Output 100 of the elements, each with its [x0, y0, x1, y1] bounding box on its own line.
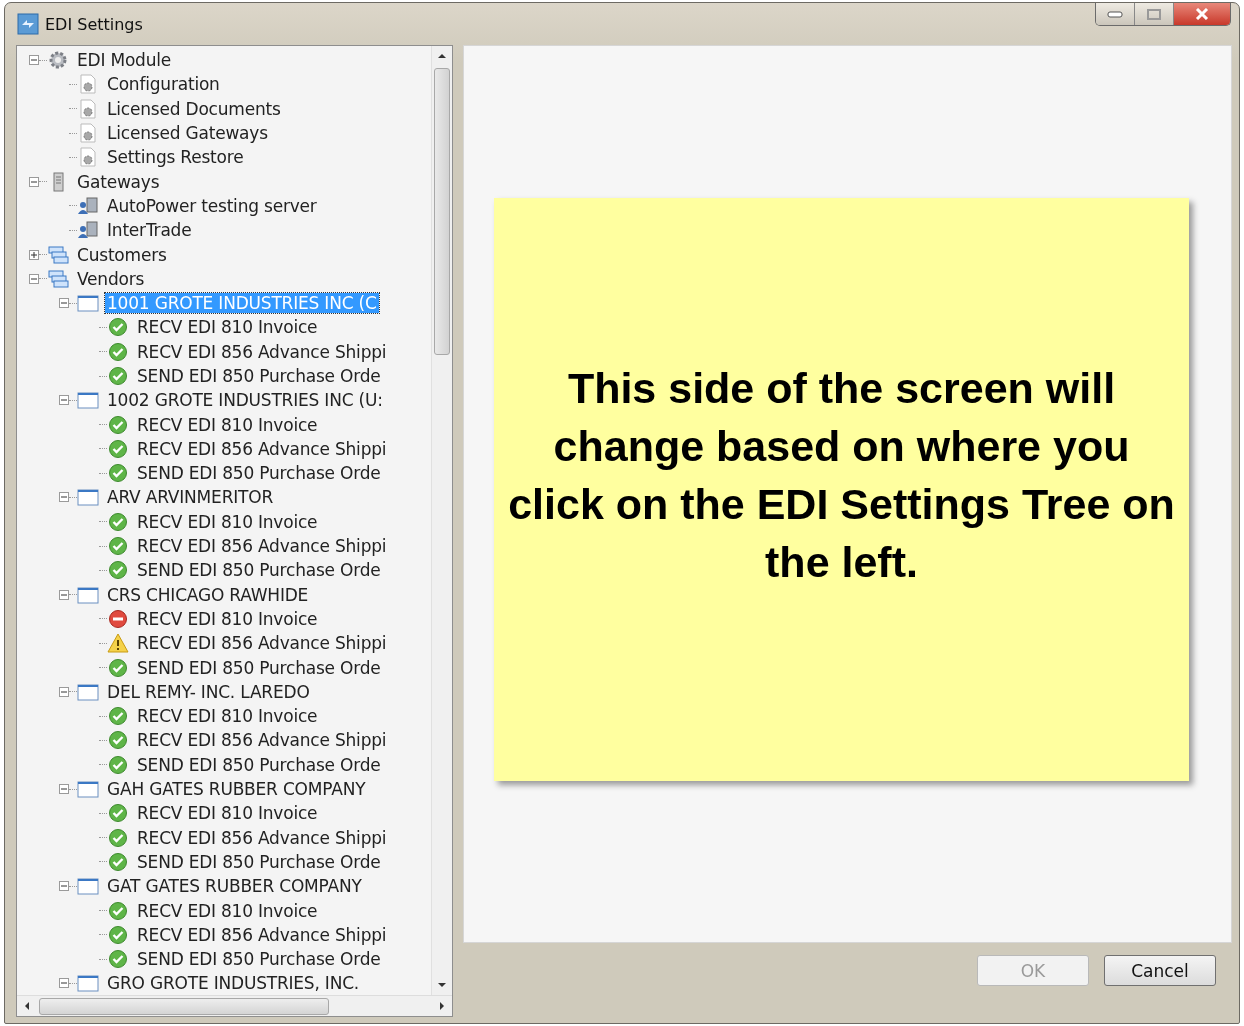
tree-item[interactable]: RECV EDI 856 Advance Shippi — [135, 633, 389, 654]
checkmark-icon — [107, 900, 129, 921]
tree-item[interactable]: GAT GATES RUBBER COMPANY — [105, 876, 364, 897]
tree-item[interactable]: SEND EDI 850 Purchase Orde — [135, 560, 383, 581]
tree-item[interactable]: GAH GATES RUBBER COMPANY — [105, 779, 368, 800]
tree-item[interactable]: AutoPower testing server — [105, 195, 319, 216]
checkmark-icon — [107, 560, 129, 581]
window-icon — [77, 584, 99, 605]
close-button[interactable] — [1174, 3, 1230, 25]
checkmark-icon — [107, 924, 129, 945]
window-icon — [77, 487, 99, 508]
window-icon — [77, 779, 99, 800]
scroll-down-icon — [437, 981, 447, 989]
tree-item[interactable]: SEND EDI 850 Purchase Orde — [135, 754, 383, 775]
checkmark-icon — [107, 317, 129, 338]
scroll-up-icon — [437, 52, 447, 60]
expander-icon[interactable] — [59, 589, 69, 600]
tree-item[interactable]: RECV EDI 856 Advance Shippi — [135, 924, 389, 945]
checkmark-icon — [107, 366, 129, 386]
window-icon — [77, 876, 99, 897]
tree-item[interactable]: Vendors — [75, 268, 147, 289]
tree-item[interactable]: RECV EDI 810 Invoice — [135, 900, 320, 921]
tree-item[interactable]: Licensed Gateways — [105, 123, 270, 144]
tree-item[interactable]: RECV EDI 810 Invoice — [135, 608, 320, 629]
tree-item[interactable]: RECV EDI 856 Advance Shippi — [135, 536, 389, 557]
tree-item[interactable]: RECV EDI 810 Invoice — [135, 414, 320, 435]
expander-icon[interactable] — [59, 298, 69, 309]
tree-item[interactable]: RECV EDI 810 Invoice — [135, 317, 320, 338]
minimize-icon — [1107, 10, 1123, 18]
window-icon — [77, 390, 99, 411]
stop-icon — [107, 608, 129, 629]
checkmark-icon — [107, 341, 129, 362]
tree-item[interactable]: Configuration — [105, 74, 222, 95]
document-gear-icon — [77, 147, 99, 168]
tree-item[interactable]: GRO GROTE INDUSTRIES, INC. — [105, 973, 362, 994]
horizontal-scrollbar[interactable] — [17, 995, 452, 1016]
checkmark-icon — [107, 511, 129, 532]
vertical-scrollbar[interactable] — [431, 46, 452, 995]
checkmark-icon — [107, 949, 129, 970]
tree-item[interactable]: SEND EDI 850 Purchase Orde — [135, 657, 383, 678]
tree-item[interactable]: Settings Restore — [105, 147, 246, 168]
tree-item[interactable]: SEND EDI 850 Purchase Orde — [135, 949, 383, 970]
network-icon — [77, 195, 99, 216]
tree-item[interactable]: RECV EDI 856 Advance Shippi — [135, 341, 389, 362]
expander-icon[interactable] — [59, 395, 69, 406]
tree-item[interactable]: Customers — [75, 244, 169, 265]
expander-icon[interactable] — [59, 492, 69, 503]
expander-icon[interactable] — [59, 784, 69, 795]
checkmark-icon — [107, 706, 129, 727]
window-icon — [77, 973, 99, 994]
tree-item[interactable]: RECV EDI 810 Invoice — [135, 511, 320, 532]
window-title: EDI Settings — [45, 14, 143, 34]
tree-item[interactable]: SEND EDI 850 Purchase Orde — [135, 851, 383, 872]
checkmark-icon — [107, 414, 129, 435]
warning-icon — [107, 633, 129, 654]
checkmark-icon — [107, 536, 129, 557]
folders-icon — [47, 268, 69, 289]
expander-icon[interactable] — [29, 273, 39, 284]
document-gear-icon — [77, 74, 99, 95]
tree-item[interactable]: RECV EDI 810 Invoice — [135, 803, 320, 824]
tree-item[interactable]: SEND EDI 850 Purchase Orde — [135, 463, 383, 484]
maximize-icon — [1147, 8, 1161, 20]
tree-item[interactable]: DEL REMY- INC. LAREDO — [105, 681, 312, 702]
tree-item[interactable]: EDI Module — [75, 50, 174, 71]
folders-icon — [47, 244, 69, 265]
expander-icon[interactable] — [59, 978, 69, 989]
expander-icon[interactable] — [59, 881, 69, 892]
tree-item[interactable]: Licensed Documents — [105, 98, 283, 119]
checkmark-icon — [107, 657, 129, 678]
cancel-button[interactable]: Cancel — [1104, 955, 1216, 986]
tree-item[interactable]: RECV EDI 856 Advance Shippi — [135, 827, 389, 848]
window-icon — [77, 293, 99, 314]
tree-item[interactable]: RECV EDI 810 Invoice — [135, 706, 320, 727]
scroll-thumb[interactable] — [39, 997, 329, 1015]
expander-icon[interactable] — [59, 686, 69, 697]
note-text: This side of the screen will change based on where you click on the EDI Settings Tree on the left. — [507, 362, 1176, 588]
tree-item[interactable]: InterTrade — [105, 220, 194, 241]
checkmark-icon — [107, 827, 129, 848]
scroll-thumb[interactable] — [434, 68, 450, 355]
tree-item[interactable]: Gateways — [75, 171, 162, 192]
tree-item[interactable]: SEND EDI 850 Purchase Orde — [135, 366, 383, 386]
tree-item[interactable]: RECV EDI 856 Advance Shippi — [135, 438, 389, 459]
minimize-button[interactable] — [1096, 3, 1135, 25]
expander-icon[interactable] — [29, 176, 39, 187]
tree-item[interactable]: 1002 GROTE INDUSTRIES INC (U: — [105, 390, 385, 411]
expander-icon[interactable] — [29, 55, 39, 66]
app-icon — [17, 13, 39, 35]
checkmark-icon — [107, 463, 129, 484]
scroll-left-icon — [23, 1001, 31, 1011]
expander-icon[interactable] — [29, 249, 39, 260]
tree-item[interactable]: RECV EDI 856 Advance Shippi — [135, 730, 389, 751]
document-gear-icon — [77, 123, 99, 144]
gear-icon — [47, 50, 69, 71]
tree-item[interactable]: ARV ARVINMERITOR — [105, 487, 276, 508]
checkmark-icon — [107, 730, 129, 751]
checkmark-icon — [107, 438, 129, 459]
checkmark-icon — [107, 803, 129, 824]
maximize-button[interactable] — [1135, 3, 1174, 25]
tree-item[interactable]: CRS CHICAGO RAWHIDE — [105, 584, 311, 605]
network-icon — [77, 220, 99, 241]
